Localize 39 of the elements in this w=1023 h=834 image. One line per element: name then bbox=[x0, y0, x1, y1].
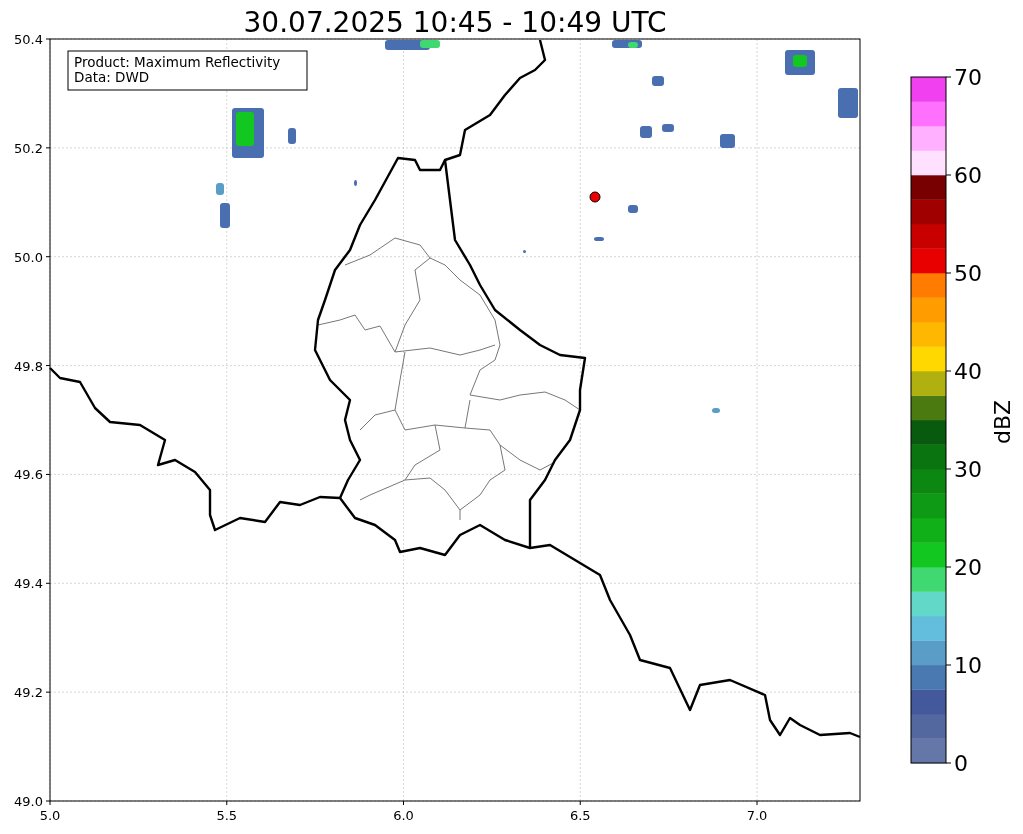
y-tick-label: 50.4 bbox=[14, 32, 43, 47]
y-tick-label: 49.8 bbox=[14, 358, 43, 374]
location-marker bbox=[589, 191, 601, 203]
radar-echo bbox=[354, 180, 357, 186]
y-tick-label: 49.4 bbox=[14, 576, 43, 592]
radar-echo bbox=[662, 124, 674, 132]
y-tick-label: 49.0 bbox=[14, 794, 43, 809]
y-tick-label: 49.2 bbox=[14, 685, 43, 701]
x-tick-label: 7.0 bbox=[746, 808, 768, 823]
colorbar-tick-label: 60 bbox=[954, 163, 982, 188]
legend-text: Product: Maximum Reflectivity bbox=[74, 54, 281, 70]
colorbar-tick-label: 0 bbox=[954, 751, 968, 776]
radar-echo bbox=[523, 250, 526, 253]
radar-echo bbox=[288, 128, 296, 144]
colorbar-tick-label: 50 bbox=[954, 261, 982, 286]
radar-echo bbox=[720, 134, 735, 148]
radar-echo bbox=[594, 237, 604, 241]
radar-echo bbox=[712, 408, 720, 413]
colorbar-tick-label: 20 bbox=[954, 555, 982, 580]
radar-echo bbox=[220, 203, 230, 228]
radar-echo bbox=[652, 76, 664, 86]
radar-echo bbox=[838, 88, 858, 118]
x-tick-label: 5.5 bbox=[216, 808, 238, 823]
colorbar-tick-label: 40 bbox=[954, 359, 982, 384]
radar-echo bbox=[628, 205, 638, 213]
radar-echo bbox=[216, 183, 224, 195]
legend-text: Data: DWD bbox=[74, 69, 150, 85]
colorbar-tick-label: 30 bbox=[954, 457, 982, 482]
colorbar-tick-label: 10 bbox=[954, 653, 982, 678]
colorbar-label: dBZ bbox=[990, 399, 1015, 445]
y-tick-label: 50.2 bbox=[14, 140, 43, 156]
y-tick-label: 50.0 bbox=[14, 249, 43, 265]
radar-echo bbox=[640, 126, 652, 138]
x-tick-label: 5.0 bbox=[39, 808, 61, 823]
colorbar-tick-label: 70 bbox=[954, 65, 982, 90]
x-tick-label: 6.5 bbox=[569, 808, 591, 823]
chart-title: 30.07.2025 10:45 - 10:49 UTC bbox=[243, 6, 667, 39]
y-tick-label: 49.6 bbox=[14, 467, 43, 483]
x-tick-label: 6.0 bbox=[393, 808, 414, 823]
